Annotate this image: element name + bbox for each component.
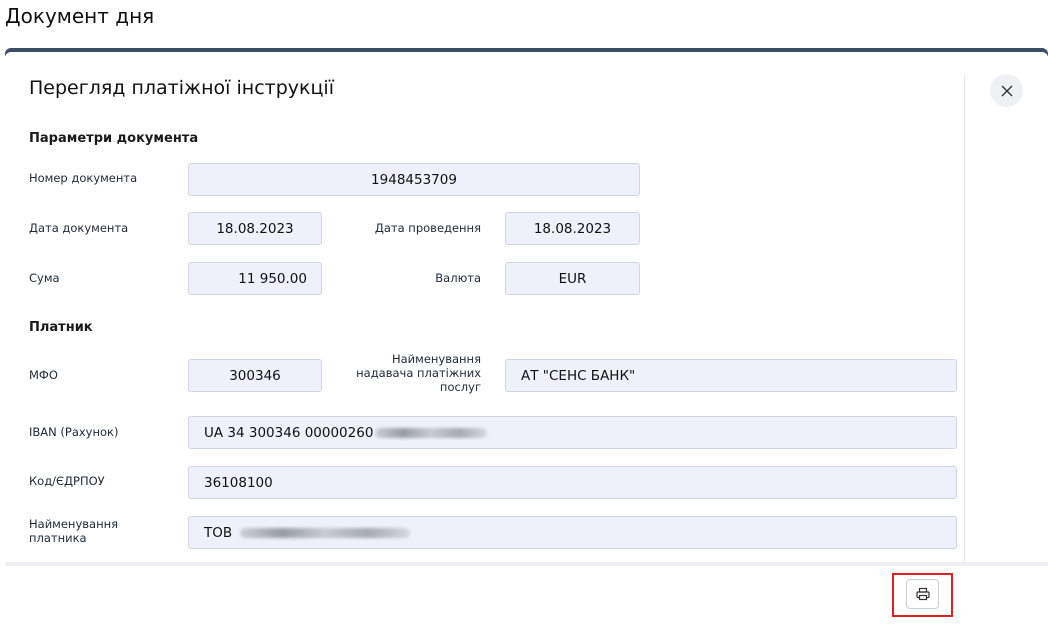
provider-name-label-line: надавача платіжних bbox=[356, 366, 481, 380]
document-date-label: Дата документа bbox=[29, 221, 129, 235]
iban-label: IBAN (Рахунок) bbox=[29, 425, 119, 439]
provider-name-field[interactable]: АТ "СЕНС БАНК" bbox=[505, 359, 957, 392]
redacted-blur bbox=[240, 527, 411, 538]
modal-title: Перегляд платіжної інструкції bbox=[29, 77, 334, 99]
iban-value: UA 34 300346 00000260 bbox=[204, 424, 374, 441]
currency-field[interactable]: EUR bbox=[505, 262, 640, 295]
iban-field[interactable]: UA 34 300346 00000260 bbox=[188, 416, 957, 449]
payer-name-label-line: Найменування bbox=[29, 517, 119, 531]
payer-name-value: ТОВ bbox=[204, 524, 233, 541]
payer-name-field[interactable]: ТОВ bbox=[188, 516, 957, 549]
printer-icon bbox=[915, 587, 930, 601]
payment-instruction-modal: Перегляд платіжної інструкції Параметри … bbox=[5, 52, 1048, 564]
close-button[interactable] bbox=[990, 74, 1023, 107]
payer-name-label-line: платника bbox=[29, 531, 87, 545]
currency-label: Валюта bbox=[435, 271, 481, 285]
mfo-label: МФО bbox=[29, 368, 58, 382]
amount-field[interactable]: 11 950.00 bbox=[188, 262, 322, 295]
print-button[interactable] bbox=[906, 579, 939, 609]
provider-name-label-line: Найменування bbox=[391, 352, 481, 366]
mfo-field[interactable]: 300346 bbox=[188, 359, 322, 392]
payer-name-label: Найменування платника bbox=[29, 517, 118, 545]
document-number-label: Номер документа bbox=[29, 171, 138, 185]
posting-date-field[interactable]: 18.08.2023 bbox=[505, 212, 640, 245]
scrollbar-track[interactable] bbox=[964, 74, 965, 564]
redacted-blur bbox=[375, 427, 488, 438]
posting-date-label: Дата проведення bbox=[374, 221, 481, 235]
edrpou-code-label: Код/ЄДРПОУ bbox=[29, 474, 105, 488]
edrpou-code-field[interactable]: 36108100 bbox=[188, 466, 957, 499]
amount-label: Сума bbox=[29, 271, 60, 285]
section-title-document: Параметри документа bbox=[29, 131, 199, 146]
document-number-field[interactable]: 1948453709 bbox=[188, 163, 640, 196]
document-date-field[interactable]: 18.08.2023 bbox=[188, 212, 322, 245]
page-title: Документ дня bbox=[5, 4, 155, 28]
close-icon bbox=[1001, 85, 1012, 96]
provider-name-label-line: послуг bbox=[439, 380, 481, 394]
provider-name-label: Найменування надавача платіжних послуг bbox=[345, 352, 481, 394]
section-title-payer: Платник bbox=[29, 320, 93, 335]
footer-divider bbox=[5, 562, 1048, 566]
